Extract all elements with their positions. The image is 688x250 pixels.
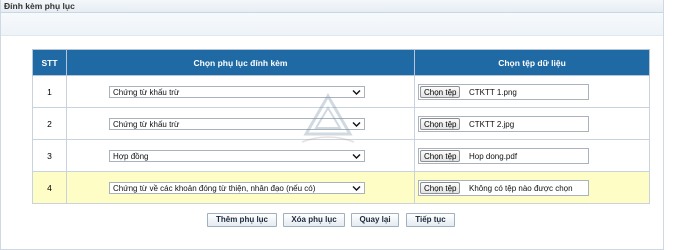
file-cell: Chọn tệp Không có tệp nào được chọn [414, 171, 650, 204]
file-name: CTKTT 1.png [469, 87, 517, 97]
column-header-file: Chọn tệp dữ liệu [414, 49, 650, 76]
column-header-appendix: Chọn phụ lục đính kèm [66, 49, 415, 76]
appendix-cell: Chứng từ về các khoản đóng từ thiện, nhâ… [66, 171, 415, 204]
file-input[interactable]: Chọn tệp CTKTT 2.jpg [418, 115, 589, 132]
chevron-down-icon [352, 185, 361, 191]
appendix-select-value: Hợp đồng [113, 151, 149, 161]
table-header-row: STT Chọn phụ lục đính kèm Chọn tệp dữ li… [32, 49, 650, 76]
row-stt: 1 [32, 75, 67, 108]
chevron-down-icon [352, 153, 361, 159]
file-input[interactable]: Chọn tệp Không có tệp nào được chọn [418, 179, 589, 196]
row-stt: 2 [32, 107, 67, 140]
file-cell: Chọn tệp Hop dong.pdf [414, 139, 650, 172]
appendix-select[interactable]: Chứng từ về các khoản đóng từ thiện, nhâ… [109, 181, 365, 194]
choose-file-button[interactable]: Chọn tệp [420, 85, 461, 98]
panel-title: Đính kèm phụ lục [1, 0, 663, 13]
panel-band [1, 13, 663, 36]
file-cell: Chọn tệp CTKTT 1.png [414, 75, 650, 108]
choose-file-button[interactable]: Chọn tệp [420, 181, 461, 194]
row-stt: 4 [32, 171, 67, 204]
column-header-stt: STT [32, 49, 67, 76]
file-name: Không có tệp nào được chọn [469, 183, 573, 193]
file-input[interactable]: Chọn tệp CTKTT 1.png [418, 83, 589, 100]
triangle-logo-watermark-icon [301, 93, 355, 143]
choose-file-button[interactable]: Chọn tệp [420, 149, 461, 162]
appendix-select-value: Chứng từ về các khoản đóng từ thiện, nhâ… [113, 183, 316, 193]
next-button[interactable]: Tiếp tục [406, 213, 455, 227]
file-input[interactable]: Chọn tệp Hop dong.pdf [418, 147, 589, 164]
appendix-select-value: Chứng từ khấu trừ [113, 119, 180, 129]
table-row-selected: 4 Chứng từ về các khoản đóng từ thiện, n… [32, 171, 650, 204]
choose-file-button[interactable]: Chọn tệp [420, 117, 461, 130]
file-name: Hop dong.pdf [469, 151, 518, 161]
back-button[interactable]: Quay lại [351, 213, 399, 227]
delete-appendix-button[interactable]: Xóa phụ lục [283, 213, 345, 227]
file-cell: Chọn tệp CTKTT 2.jpg [414, 107, 650, 140]
add-appendix-button[interactable]: Thêm phụ lục [207, 213, 277, 227]
row-stt: 3 [32, 139, 67, 172]
file-name: CTKTT 2.jpg [469, 119, 515, 129]
appendix-select-value: Chứng từ khấu trừ [113, 87, 180, 97]
